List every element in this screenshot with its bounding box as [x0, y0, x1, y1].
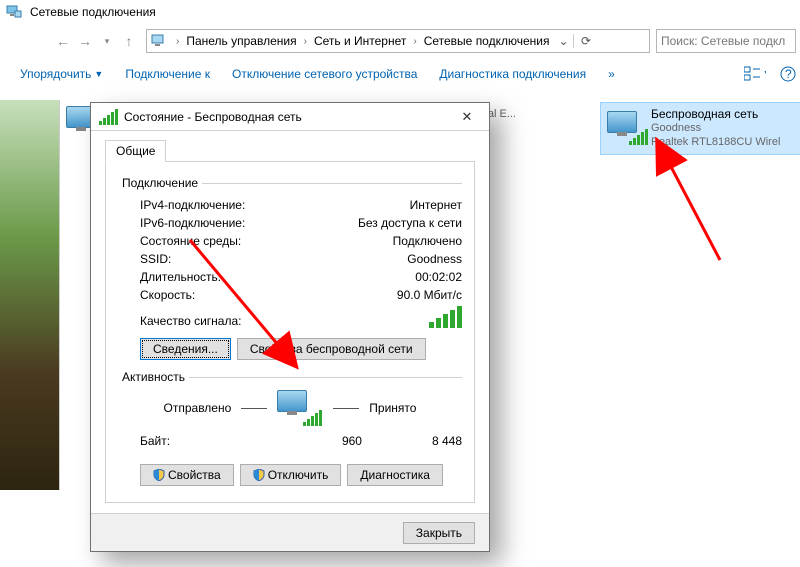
shield-icon — [153, 469, 165, 481]
dialog-title: Состояние - Беспроводная сеть — [124, 110, 302, 124]
properties-button[interactable]: Свойства — [140, 464, 234, 486]
connect-to-button[interactable]: Подключение к — [125, 67, 210, 81]
connection-name: Беспроводная сеть — [651, 107, 780, 122]
signal-bars-icon — [429, 306, 462, 328]
help-button[interactable]: ? — [780, 66, 796, 82]
recent-dropdown[interactable]: ▾ — [96, 30, 118, 52]
tab-panel-general: Подключение IPv4-подключение: Интернет IP… — [105, 161, 475, 503]
dialog-footer: Закрыть — [91, 513, 489, 551]
dialog-titlebar[interactable]: Состояние - Беспроводная сеть ✕ — [91, 103, 489, 131]
group-connection: Подключение — [118, 176, 462, 190]
list-item-selected[interactable]: Беспроводная сеть Goodness Realtek RTL81… — [600, 102, 800, 155]
toolbar: Упорядочить▼ Подключение к Отключение се… — [20, 60, 796, 88]
desktop-background-strip — [0, 100, 60, 490]
duration-label: Длительность: — [140, 270, 221, 284]
connection-ssid: Goodness — [651, 122, 780, 136]
bytes-sent-value: 960 — [342, 434, 362, 448]
bytes-received-value: 8 448 — [432, 434, 462, 448]
network-folder-icon — [6, 5, 22, 19]
media-label: Состояние среды: — [140, 234, 241, 248]
close-dialog-button[interactable]: Закрыть — [403, 522, 475, 544]
status-dialog: Состояние - Беспроводная сеть ✕ Общие По… — [90, 102, 490, 552]
signal-bars-icon — [629, 129, 648, 145]
location-icon — [151, 33, 169, 49]
sent-label: Отправлено — [164, 401, 232, 415]
ipv4-label: IPv4-подключение: — [140, 198, 245, 212]
search-input[interactable]: Поиск: Сетевые подкл — [656, 29, 796, 53]
address-row: ← → ▾ ↑ › Панель управления › Сеть и Инт… — [52, 28, 796, 54]
disable-device-button[interactable]: Отключение сетевого устройства — [232, 67, 417, 81]
connection-adapter: Realtek RTL8188CU Wirel — [651, 136, 780, 150]
network-adapter-icon — [607, 111, 645, 145]
wireless-properties-button[interactable]: Свойства беспроводной сети — [237, 338, 426, 360]
ipv4-value: Интернет — [410, 198, 462, 212]
media-value: Подключено — [393, 234, 462, 248]
breadcrumb-item[interactable]: Сетевые подключения — [420, 34, 554, 48]
signal-quality-label: Качество сигнала: — [140, 314, 241, 328]
chevron-right-icon: › — [410, 36, 419, 47]
chevron-right-icon: › — [301, 36, 310, 47]
breadcrumb-item[interactable]: Сеть и Интернет — [310, 34, 410, 48]
refresh-button[interactable]: ⟳ — [573, 34, 597, 48]
ssid-label: SSID: — [140, 252, 171, 266]
window-title: Сетевые подключения — [30, 5, 156, 19]
bytes-label: Байт: — [140, 434, 170, 448]
disable-button[interactable]: Отключить — [240, 464, 342, 486]
view-options-button[interactable]: ▼ — [744, 66, 766, 82]
address-dropdown[interactable]: ⌄ — [553, 34, 573, 48]
address-bar[interactable]: › Панель управления › Сеть и Интернет › … — [146, 29, 650, 53]
minimize-button[interactable] — [766, 8, 780, 9]
details-button[interactable]: Сведения... — [140, 338, 231, 360]
activity-line — [241, 408, 267, 409]
group-activity: Активность — [118, 370, 462, 384]
organize-menu[interactable]: Упорядочить▼ — [20, 67, 103, 81]
svg-text:▼: ▼ — [762, 67, 766, 81]
chevron-right-icon: › — [173, 36, 182, 47]
activity-diagram: Отправлено Принято — [118, 390, 462, 426]
close-button[interactable]: ✕ — [453, 109, 481, 125]
window-titlebar: Сетевые подключения — [0, 0, 800, 24]
up-button[interactable]: ↑ — [118, 30, 140, 52]
back-button[interactable]: ← — [52, 30, 74, 52]
signal-bars-icon — [99, 109, 118, 125]
search-placeholder: Поиск: Сетевые подкл — [661, 34, 785, 48]
speed-label: Скорость: — [140, 288, 195, 302]
signal-bars-icon — [303, 410, 322, 426]
diagnose-button[interactable]: Диагностика — [347, 464, 443, 486]
ipv6-value: Без доступа к сети — [358, 216, 462, 230]
tab-general[interactable]: Общие — [105, 140, 166, 162]
shield-icon — [253, 469, 265, 481]
toolbar-overflow[interactable]: » — [608, 67, 615, 81]
ipv6-label: IPv6-подключение: — [140, 216, 245, 230]
activity-line — [333, 408, 359, 409]
ssid-value: Goodness — [407, 252, 462, 266]
network-adapter-icon — [277, 390, 323, 426]
received-label: Принято — [369, 401, 416, 415]
breadcrumb-item[interactable]: Панель управления — [182, 34, 300, 48]
svg-text:?: ? — [785, 67, 792, 81]
duration-value: 00:02:02 — [415, 270, 462, 284]
forward-button[interactable]: → — [74, 30, 96, 52]
speed-value: 90.0 Мбит/с — [397, 288, 462, 302]
diagnose-button[interactable]: Диагностика подключения — [439, 67, 586, 81]
